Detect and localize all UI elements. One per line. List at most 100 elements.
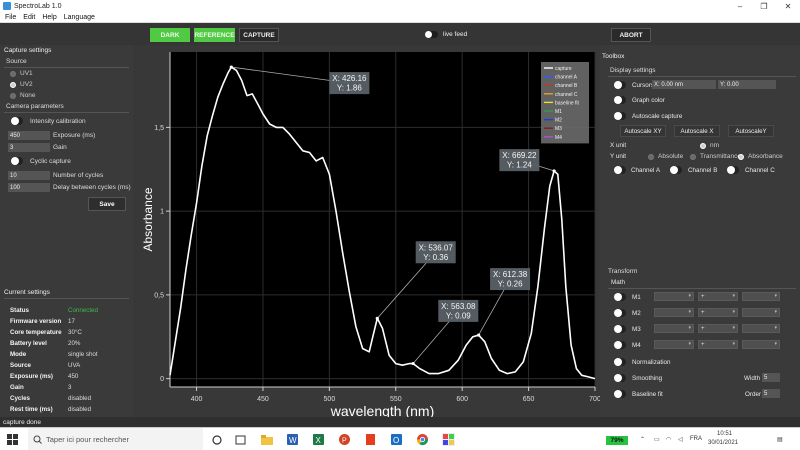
channel-c-toggle[interactable] [727,166,739,174]
source-radio-none[interactable]: None [10,92,36,99]
math-operand-b-dropdown[interactable]: ▾ [742,324,780,333]
current-settings-row: Battery level 20% [10,340,80,347]
language-indicator[interactable]: FRA [690,436,702,442]
menu-help[interactable]: Help [42,14,56,21]
current-settings-row: Rest time (ms) disabled [10,406,91,413]
math-operand-b-dropdown[interactable]: ▾ [742,292,780,301]
legend-label: channel B [555,83,578,89]
absorbance-chart[interactable]: 400 450 500 550 600 650 700 0 0,5 1 1,5 wavelength … [133,45,601,419]
setting-value: disabled [68,406,92,413]
taskbar-search-input[interactable]: Taper ici pour rechercher [28,428,203,450]
math-operator-dropdown[interactable]: + ▾ [698,340,738,349]
task-view-icon[interactable] [234,433,247,446]
setting-key: Gain [10,384,24,391]
channel-a-toggle[interactable] [614,166,626,174]
menu-edit[interactable]: Edit [23,14,35,21]
source-title: Source [6,58,27,65]
windows-start-icon[interactable] [6,433,19,446]
save-button[interactable]: Save [88,197,126,211]
clock-date[interactable]: 30/01/2021 [708,440,738,446]
close-icon[interactable]: ✕ [776,0,800,12]
channel-b-toggle[interactable] [670,166,682,174]
intensity-calibration-toggle[interactable] [11,117,23,125]
spectrolab-app-icon[interactable] [442,433,455,446]
capture-button[interactable]: CAPTURE [239,28,279,42]
file-explorer-icon[interactable] [260,433,273,446]
volume-icon[interactable]: ◁ [678,436,683,443]
baseline-fit-toggle[interactable] [614,390,626,398]
math-operand-a-dropdown[interactable]: ▾ [654,340,694,349]
x-axis-label: wavelength (nm) [330,403,435,417]
chevron-up-icon[interactable]: ⌃ [640,436,645,443]
cortana-icon[interactable] [210,433,223,446]
clock-time[interactable]: 10:51 [717,431,732,437]
y-transmittance-radio[interactable]: Transmittance [690,153,741,160]
math-operand-a-dropdown[interactable]: ▾ [654,292,694,301]
chrome-icon[interactable] [416,433,429,446]
word-icon[interactable]: W [286,433,299,446]
notifications-icon[interactable]: ▤ [777,436,783,443]
window-title: SpectroLab 1.0 [14,2,62,10]
math-operator-dropdown[interactable]: + ▾ [698,308,738,317]
normalization-toggle[interactable] [614,358,626,366]
math-label: M3 [632,326,641,333]
math-operand-a-dropdown[interactable]: ▾ [654,324,694,333]
powerpoint-icon[interactable]: P [338,433,351,446]
cyclic-capture-toggle[interactable] [11,157,23,165]
channel-b-label: Channel B [688,167,718,174]
abort-button[interactable]: ABORT [611,28,651,42]
delay-input[interactable]: 100 [8,183,50,192]
smoothing-toggle[interactable] [614,374,626,382]
reference-button[interactable]: REFERENCE [194,28,235,42]
math-operator-dropdown[interactable]: + ▾ [698,292,738,301]
excel-icon[interactable]: X [312,433,325,446]
cursors-toggle[interactable] [614,81,626,89]
autoscale-capture-toggle[interactable] [614,112,626,120]
cursor-y-field[interactable]: Y: 0.00 [718,80,776,89]
math-toggle-m1[interactable] [614,293,626,301]
outlook-icon[interactable]: O [390,433,403,446]
setting-key: Cycles [10,395,30,402]
source-radio-uv1[interactable]: UV1 [10,70,33,77]
autoscale-y-button[interactable]: AutoscaleY [728,125,774,137]
svg-text:O: O [393,436,399,445]
menu-language[interactable]: Language [64,14,95,21]
math-label: M4 [632,342,641,349]
cursor-x-field[interactable]: X: 0.00 nm [652,80,716,89]
live-feed-toggle[interactable] [425,31,438,38]
math-operator-value: + [701,341,705,348]
exposure-input[interactable]: 450 [8,131,50,140]
y-absolute-radio[interactable]: Absolute [648,153,683,160]
gain-label: Gain [53,144,67,151]
x-unit-nm-radio[interactable]: nm [700,142,719,149]
math-toggle-m3[interactable] [614,325,626,333]
y-absorbance-radio[interactable]: Absorbance [738,153,783,160]
source-radio-uv2[interactable]: UV2 [10,81,33,88]
math-operator-value: + [701,325,705,332]
dark-button[interactable]: DARK [150,28,190,42]
width-input[interactable]: 5 [762,373,780,382]
smoothing-label: Smoothing [632,375,663,382]
battery-indicator[interactable]: 79% [606,436,628,445]
battery-icon[interactable]: ▭ [654,436,660,443]
math-operand-b-dropdown[interactable]: ▾ [742,308,780,317]
math-operand-b-dropdown[interactable]: ▾ [742,340,780,349]
order-input[interactable]: 5 [762,389,780,398]
math-toggle-m2[interactable] [614,309,626,317]
math-operator-dropdown[interactable]: + ▾ [698,324,738,333]
cycles-input[interactable]: 10 [8,171,50,180]
legend-label: channel C [555,92,578,98]
autoscale-x-button[interactable]: Autoscale X [674,125,720,137]
math-operand-a-dropdown[interactable]: ▾ [654,308,694,317]
radio-icon [10,81,16,88]
office-icon[interactable] [364,433,377,446]
maximize-icon[interactable]: ❐ [752,0,776,12]
title-bar: SpectroLab 1.0 – ❐ ✕ [0,0,800,12]
math-toggle-m4[interactable] [614,341,626,349]
wifi-icon[interactable]: ◠ [666,436,671,443]
autoscale-xy-button[interactable]: Autoscale XY [620,125,666,137]
graph-color-toggle[interactable] [614,96,626,104]
gain-input[interactable]: 3 [8,143,50,152]
minimize-icon[interactable]: – [728,0,752,12]
menu-file[interactable]: File [5,14,16,21]
